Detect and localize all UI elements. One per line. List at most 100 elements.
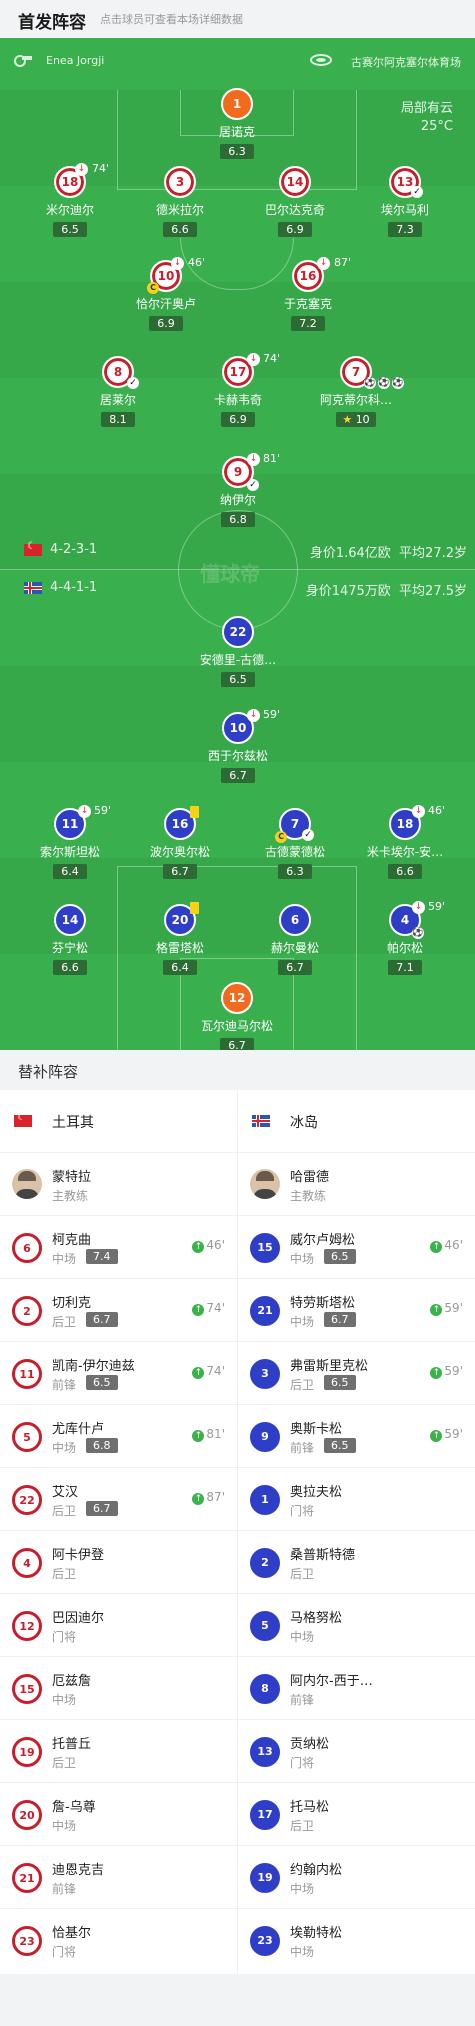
player-name: 帕尔松 bbox=[386, 941, 423, 955]
player-position: 中场 bbox=[290, 1315, 315, 1329]
sub-player-row[interactable]: 23 恰基尔 门将 bbox=[0, 1908, 237, 1971]
sub-in-icon: ↑ bbox=[430, 1430, 443, 1442]
sub-player-row[interactable]: 20 詹-乌尊 中场 bbox=[0, 1782, 237, 1845]
player-rating: 6.7 bbox=[86, 1501, 118, 1516]
away-team-header: 冰岛 bbox=[238, 1090, 475, 1152]
sub-player-row[interactable]: 19 约翰内松 中场 bbox=[238, 1845, 475, 1908]
yellow-card-icon bbox=[190, 902, 199, 914]
sub-player-row[interactable]: 13 贡纳松 门将 bbox=[238, 1719, 475, 1782]
player-name: 阿克蒂尔科… bbox=[319, 393, 392, 407]
player-away-rb[interactable]: 14 芬宁松 6.6 bbox=[15, 904, 125, 975]
sub-player-row[interactable]: 1 奥拉夫松 门将 bbox=[238, 1467, 475, 1530]
player-home-rb[interactable]: 18 米尔迪尔 6.5 bbox=[15, 166, 125, 237]
player-home-gk[interactable]: 1 居诺克 6.3 bbox=[182, 88, 292, 159]
player-name: 居诺克 bbox=[218, 125, 255, 139]
sub-in-time: ↑ 74' bbox=[192, 1301, 225, 1316]
player-away-st[interactable]: 22 安德里-古德… 6.5 bbox=[183, 616, 293, 687]
sub-player-row[interactable]: 2 桑普斯特德 后卫 bbox=[238, 1530, 475, 1593]
player-away-cm2[interactable]: 7 古德蒙德松 6.3 bbox=[240, 808, 350, 879]
sub-player-row[interactable]: 6 柯克曲 中场 7.4 ↑ 46' bbox=[0, 1215, 237, 1278]
sub-player-row[interactable]: 15 厄兹詹 中场 bbox=[0, 1656, 237, 1719]
sub-player-row[interactable]: 21 特劳斯塔松 中场 6.7 ↑ 59' bbox=[238, 1278, 475, 1341]
player-position: 后卫 bbox=[52, 1504, 77, 1518]
player-rating: 6.6 bbox=[388, 864, 422, 879]
sub-player-row[interactable]: 4 阿卡伊登 后卫 bbox=[0, 1530, 237, 1593]
player-away-lb[interactable]: 4 帕尔松 7.1 bbox=[350, 904, 460, 975]
temperature: 25°C bbox=[420, 119, 453, 134]
sub-player-row[interactable]: 23 埃勒特松 中场 bbox=[238, 1908, 475, 1971]
sub-in-time: ↑ 46' bbox=[430, 1238, 463, 1253]
sub-out-icon: ↓ bbox=[412, 901, 425, 914]
player-home-st[interactable]: 9 纳伊尔 6.8 bbox=[183, 456, 293, 527]
player-position: 中场 bbox=[52, 1819, 77, 1833]
player-away-am[interactable]: 10 西于尔兹松 6.7 bbox=[183, 712, 293, 783]
player-number: 2 bbox=[12, 1296, 42, 1326]
sub-player-row[interactable]: 9 奥斯卡松 前锋 6.5 ↑ 59' bbox=[238, 1404, 475, 1467]
player-home-dm2[interactable]: 16 于克塞克 7.2 bbox=[253, 260, 363, 331]
player-home-dm1[interactable]: 10 恰尔汗奥卢 6.9 bbox=[111, 260, 221, 331]
assist-icon: ✓ bbox=[127, 377, 139, 389]
player-rating: 6.5 bbox=[53, 222, 87, 237]
sub-player-row[interactable]: 3 弗雷斯里克松 后卫 6.5 ↑ 59' bbox=[238, 1341, 475, 1404]
sub-player-row[interactable]: 5 马格努松 中场 bbox=[238, 1593, 475, 1656]
player-home-am[interactable]: 17 卡赫韦奇 6.9 bbox=[183, 356, 293, 427]
player-rating: 6.5 bbox=[221, 672, 255, 687]
player-position: 门将 bbox=[52, 1945, 77, 1959]
sub-in-time: ↑ 59' bbox=[430, 1364, 463, 1379]
player-name: 索尔斯坦松 bbox=[39, 845, 100, 859]
player-away-cb1[interactable]: 20 格雷塔松 6.4 bbox=[125, 904, 235, 975]
sub-minute: 74' bbox=[263, 352, 281, 365]
sub-player-row[interactable]: 12 巴因迪尔 门将 bbox=[0, 1593, 237, 1656]
sub-minute: 74' bbox=[92, 162, 110, 175]
sub-player-row[interactable]: 21 迪恩克吉 前锋 bbox=[0, 1845, 237, 1908]
player-name: 米尔迪尔 bbox=[45, 203, 94, 217]
sub-in-icon: ↑ bbox=[430, 1367, 443, 1379]
coach-row[interactable]: 蒙特拉 主教练 bbox=[0, 1152, 237, 1215]
player-position: 后卫 bbox=[290, 1378, 315, 1392]
player-number: 3 bbox=[164, 166, 196, 198]
sub-in-time: ↑ 74' bbox=[192, 1364, 225, 1379]
sub-player-row[interactable]: 2 切利克 后卫 6.7 ↑ 74' bbox=[0, 1278, 237, 1341]
player-name: 埃尔马利 bbox=[380, 203, 429, 217]
sub-in-icon: ↑ bbox=[192, 1241, 205, 1253]
player-rating: 6.8 bbox=[221, 512, 255, 527]
player-name: 巴尔达克奇 bbox=[264, 203, 325, 217]
player-position: 后卫 bbox=[52, 1567, 77, 1581]
player-rating: 6.9 bbox=[278, 222, 312, 237]
sub-player-row[interactable]: 11 凯南-伊尔迪兹 前锋 6.5 ↑ 74' bbox=[0, 1341, 237, 1404]
sub-player-row[interactable]: 17 托马松 后卫 bbox=[238, 1782, 475, 1845]
player-home-cb1[interactable]: 3 德米拉尔 6.6 bbox=[125, 166, 235, 237]
sub-player-row[interactable]: 5 尤库什卢 中场 6.8 ↑ 81' bbox=[0, 1404, 237, 1467]
player-number: 13 bbox=[250, 1737, 280, 1767]
player-away-cm1[interactable]: 16 波尔奥尔松 6.7 bbox=[125, 808, 235, 879]
player-home-lb[interactable]: 13 埃尔马利 7.3 bbox=[350, 166, 460, 237]
yellow-card-icon bbox=[190, 806, 199, 818]
sub-player-row[interactable]: 19 托普丘 后卫 bbox=[0, 1719, 237, 1782]
player-rating: 7.3 bbox=[388, 222, 422, 237]
iceland-flag-icon bbox=[24, 581, 42, 594]
player-rating: 7.4 bbox=[86, 1249, 118, 1264]
coach-avatar bbox=[250, 1169, 280, 1199]
player-name: 艾汉 bbox=[52, 1485, 79, 1500]
player-home-rw[interactable]: 8 居莱尔 8.1 bbox=[63, 356, 173, 427]
player-name: 埃勒特松 bbox=[290, 1926, 343, 1941]
player-home-lw[interactable]: 7 阿克蒂尔科… ★ 10 bbox=[301, 356, 411, 427]
player-away-gk[interactable]: 12 瓦尔迪马尔松 6.7 bbox=[182, 982, 292, 1050]
coach-row[interactable]: 哈雷德 主教练 bbox=[238, 1152, 475, 1215]
player-away-lm[interactable]: 18 米卡埃尔-安… 6.6 bbox=[350, 808, 460, 879]
player-rating: 7.1 bbox=[388, 960, 422, 975]
player-rating: 6.5 bbox=[324, 1249, 356, 1264]
player-name: 詹-乌尊 bbox=[52, 1800, 96, 1815]
player-away-cb2[interactable]: 6 赫尔曼松 6.7 bbox=[240, 904, 350, 975]
sub-player-row[interactable]: 8 阿内尔-西于… 前锋 bbox=[238, 1656, 475, 1719]
player-name: 托马松 bbox=[290, 1800, 330, 1815]
player-home-cb2[interactable]: 14 巴尔达克奇 6.9 bbox=[240, 166, 350, 237]
player-name: 迪恩克吉 bbox=[52, 1863, 105, 1878]
player-position: 中场 bbox=[290, 1630, 315, 1644]
sub-player-row[interactable]: 15 威尔卢姆松 中场 6.5 ↑ 46' bbox=[238, 1215, 475, 1278]
match-info-bar: Enea Jorgji 古赛尔阿克塞尔体育场 bbox=[0, 38, 475, 90]
player-number: 21 bbox=[12, 1863, 42, 1893]
player-number: 19 bbox=[250, 1863, 280, 1893]
sub-player-row[interactable]: 22 艾汉 后卫 6.7 ↑ 87' bbox=[0, 1467, 237, 1530]
player-away-rm[interactable]: 11 索尔斯坦松 6.4 bbox=[15, 808, 125, 879]
